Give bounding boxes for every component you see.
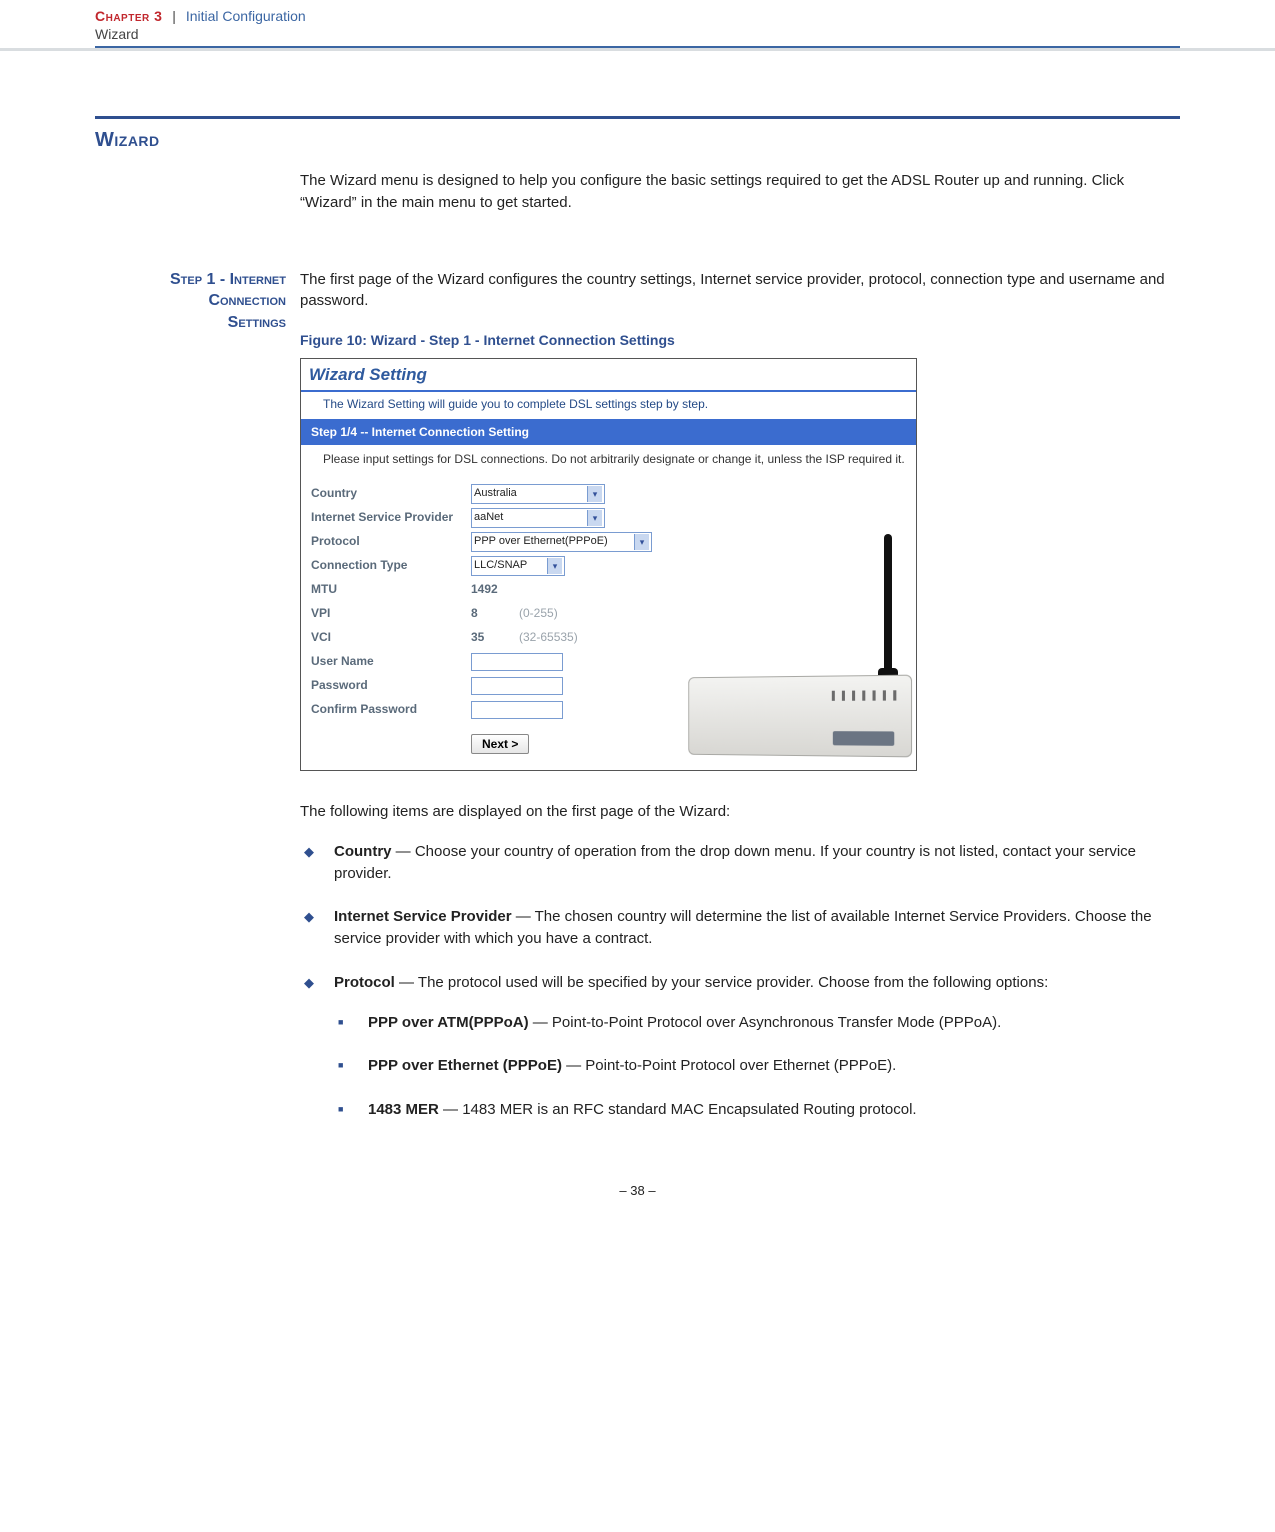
- step1-side-l1: Step 1 - Internet: [95, 269, 286, 291]
- item-protocol-label: Protocol: [334, 974, 395, 991]
- sub-mer-desc: — 1483 MER is an RFC standard MAC Encaps…: [439, 1101, 917, 1118]
- ws-instruction: Please input settings for DSL connection…: [301, 445, 916, 478]
- ws-step-bar: Step 1/4 -- Internet Connection Setting: [301, 421, 916, 444]
- chevron-down-icon: ▾: [634, 534, 649, 550]
- list-item: PPP over Ethernet (PPPoE) — Point-to-Poi…: [334, 1055, 1180, 1077]
- ws-select-isp-value: aaNet: [474, 510, 503, 526]
- ws-select-protocol-value: PPP over Ethernet(PPPoE): [474, 534, 608, 550]
- ws-select-isp[interactable]: aaNet ▾: [471, 508, 605, 528]
- item-country-label: Country: [334, 843, 392, 860]
- ws-input-password[interactable]: [471, 677, 563, 695]
- item-protocol-desc: — The protocol used will be specified by…: [395, 974, 1048, 991]
- sub-pppoe-desc: — Point-to-Point Protocol over Ethernet …: [562, 1057, 896, 1074]
- ws-label-vpi: VPI: [311, 605, 471, 622]
- section-rule: [95, 116, 1180, 119]
- chapter-title: Initial Configuration: [186, 8, 306, 24]
- step1-side-l3: Settings: [95, 312, 286, 334]
- sub-pppoe-label: PPP over Ethernet (PPPoE): [368, 1057, 562, 1074]
- list-item: PPP over ATM(PPPoA) — Point-to-Point Pro…: [334, 1012, 1180, 1034]
- section-intro: The Wizard menu is designed to help you …: [300, 170, 1180, 214]
- ws-label-country: Country: [311, 485, 471, 502]
- ws-subtitle: The Wizard Setting will guide you to com…: [301, 392, 916, 421]
- step1-paragraph: The first page of the Wizard configures …: [300, 269, 1180, 313]
- section-title: Wizard: [95, 129, 1180, 152]
- ws-form: Country Australia ▾ Internet Service Pro…: [301, 478, 916, 770]
- protocol-sublist: PPP over ATM(PPPoA) — Point-to-Point Pro…: [334, 1012, 1180, 1121]
- sub-mer-label: 1483 MER: [368, 1101, 439, 1118]
- ws-label-conntype: Connection Type: [311, 557, 471, 574]
- ws-input-confirm[interactable]: [471, 701, 563, 719]
- ws-label-username: User Name: [311, 653, 471, 670]
- header-rule-grey: [0, 48, 1275, 51]
- chapter-number: Chapter 3: [95, 8, 162, 24]
- displayed-items-intro: The following items are displayed on the…: [300, 801, 1180, 823]
- chevron-down-icon: ▾: [587, 510, 602, 526]
- ws-label-isp: Internet Service Provider: [311, 509, 471, 526]
- ws-select-conntype-value: LLC/SNAP: [474, 558, 527, 574]
- list-item: Internet Service Provider — The chosen c…: [300, 906, 1180, 950]
- next-button[interactable]: Next >: [471, 734, 529, 754]
- step1-side-l2: Connection: [95, 290, 286, 312]
- ws-value-mtu: 1492: [471, 581, 498, 598]
- ws-select-country-value: Australia: [474, 486, 517, 502]
- item-list: Country — Choose your country of operati…: [300, 841, 1180, 1121]
- list-item: Country — Choose your country of operati…: [300, 841, 1180, 885]
- figure-caption: Figure 10: Wizard - Step 1 - Internet Co…: [300, 330, 1180, 350]
- ws-label-mtu: MTU: [311, 581, 471, 598]
- ws-input-username[interactable]: [471, 653, 563, 671]
- ws-range-vci: (32-65535): [519, 629, 578, 646]
- header-separator: |: [172, 8, 176, 24]
- ws-value-vci: 35: [471, 629, 491, 646]
- page-number: – 38 –: [0, 1183, 1275, 1198]
- list-item: Protocol — The protocol used will be spe…: [300, 972, 1180, 1121]
- chevron-down-icon: ▾: [587, 486, 602, 502]
- item-isp-label: Internet Service Provider: [334, 908, 512, 925]
- ws-range-vpi: (0-255): [519, 605, 558, 622]
- ws-label-password: Password: [311, 677, 471, 694]
- wizard-screenshot: Wizard Setting The Wizard Setting will g…: [300, 358, 917, 771]
- ws-select-country[interactable]: Australia ▾: [471, 484, 605, 504]
- ws-select-protocol[interactable]: PPP over Ethernet(PPPoE) ▾: [471, 532, 652, 552]
- step1-side-label: Step 1 - Internet Connection Settings: [95, 269, 300, 334]
- ws-title: Wizard Setting: [301, 359, 916, 392]
- sub-pppoa-desc: — Point-to-Point Protocol over Asynchron…: [529, 1014, 1002, 1031]
- chevron-down-icon: ▾: [547, 558, 562, 574]
- item-country-desc: — Choose your country of operation from …: [334, 843, 1136, 882]
- ws-label-vci: VCI: [311, 629, 471, 646]
- header-subtitle: Wizard: [95, 26, 1180, 42]
- sub-pppoa-label: PPP over ATM(PPPoA): [368, 1014, 529, 1031]
- list-item: 1483 MER — 1483 MER is an RFC standard M…: [334, 1099, 1180, 1121]
- ws-value-vpi: 8: [471, 605, 491, 622]
- ws-select-conntype[interactable]: LLC/SNAP ▾: [471, 556, 565, 576]
- page-header: Chapter 3 | Initial Configuration Wizard: [95, 8, 1180, 48]
- ws-label-confirm: Confirm Password: [311, 701, 471, 718]
- ws-label-protocol: Protocol: [311, 533, 471, 550]
